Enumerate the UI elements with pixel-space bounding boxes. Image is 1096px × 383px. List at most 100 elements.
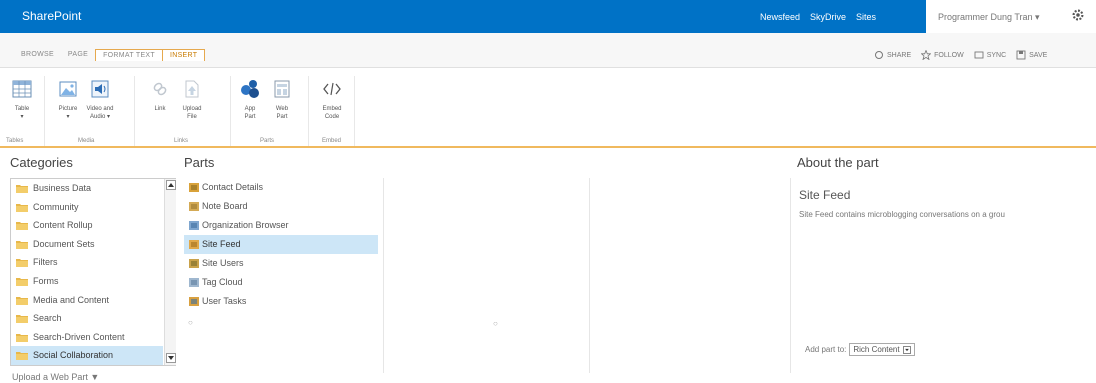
about-part-description: Site Feed contains microblogging convers… — [799, 210, 1005, 219]
scroll-up-button[interactable] — [166, 180, 176, 190]
part-item[interactable]: Organization Browser — [184, 216, 383, 235]
sync-button[interactable]: SYNC — [974, 50, 1006, 60]
part-item[interactable]: Site Users — [184, 254, 383, 273]
categories-header: Categories — [10, 155, 73, 170]
web-part-icon — [274, 80, 290, 98]
picture-button-label: Picture — [58, 106, 78, 112]
save-icon — [1016, 50, 1026, 60]
group-media: Picture ▾ Video and Audio ▾ Media — [48, 68, 130, 148]
tag-icon — [189, 278, 199, 287]
video-audio-button[interactable]: Video and Audio ▾ — [86, 78, 114, 121]
scroll-up-icon — [168, 183, 174, 187]
user-menu-area: Programmer Dung Tran ▾ — [926, 0, 1096, 33]
about-panel: Site Feed Site Feed contains microbloggi… — [790, 178, 1096, 373]
upload-file-sub: File — [187, 114, 197, 120]
folder-icon — [16, 352, 28, 361]
tasks-icon — [189, 297, 199, 306]
user-menu[interactable]: Programmer Dung Tran ▾ — [938, 12, 1040, 23]
follow-button[interactable]: FOLLOW — [921, 50, 964, 60]
chevron-down-icon — [902, 345, 911, 354]
group-separator — [230, 76, 231, 146]
add-part-label: Add part to: — [805, 345, 847, 354]
suite-bar: SharePoint Newsfeed SkyDrive Sites Progr… — [0, 0, 1096, 33]
category-item[interactable]: Content Rollup — [11, 216, 163, 235]
ribbon-tabs: BROWSE PAGE FORMAT TEXT INSERT — [14, 49, 206, 61]
category-label: Community — [33, 201, 79, 212]
group-separator — [354, 76, 355, 146]
category-item[interactable]: Search-Driven Content — [11, 328, 163, 347]
category-item[interactable]: Forms — [11, 272, 163, 291]
part-label: User Tasks — [202, 296, 247, 306]
web-part-button[interactable]: Web Part — [268, 78, 296, 121]
picture-button[interactable]: Picture ▾ — [54, 78, 82, 121]
brand-logo[interactable]: SharePoint — [22, 9, 81, 23]
parts-column-marker: ○ — [493, 319, 498, 328]
scroll-down-button[interactable] — [166, 353, 176, 363]
upload-file-icon — [185, 80, 199, 98]
category-item[interactable]: Filters — [11, 253, 163, 272]
part-item[interactable]: Contact Details — [184, 178, 383, 197]
share-icon — [875, 51, 883, 59]
link-newsfeed[interactable]: Newsfeed — [760, 12, 800, 22]
note-icon — [189, 202, 199, 211]
link-button[interactable]: Link — [146, 78, 174, 113]
save-label: SAVE — [1029, 51, 1048, 59]
picture-icon — [59, 81, 77, 97]
tab-browse[interactable]: BROWSE — [14, 49, 61, 61]
link-sites[interactable]: Sites — [856, 12, 876, 22]
upload-web-part-link[interactable]: Upload a Web Part ▼ — [12, 372, 99, 382]
folder-icon — [16, 277, 28, 286]
tab-insert[interactable]: INSERT — [162, 49, 206, 61]
tab-page[interactable]: PAGE — [61, 49, 95, 61]
embed-code-button[interactable]: Embed Code — [318, 78, 346, 121]
part-item[interactable]: Tag Cloud — [184, 273, 383, 292]
org-icon — [189, 221, 199, 230]
parts-column-marker: ○ — [188, 318, 193, 327]
part-label: Site Users — [202, 258, 244, 268]
share-label: SHARE — [887, 51, 912, 59]
category-item[interactable]: Document Sets — [11, 235, 163, 254]
about-header: About the part — [797, 155, 879, 170]
gear-icon[interactable] — [1071, 8, 1085, 22]
parts-list: Contact Details Note Board Organization Br… — [184, 178, 384, 373]
share-button[interactable]: SHARE — [874, 50, 911, 60]
categories-listbox[interactable]: Business Data Community Content Rollup Docu… — [10, 178, 176, 366]
add-part-select[interactable]: Rich Content — [849, 343, 915, 356]
group-separator — [308, 76, 309, 146]
part-item[interactable]: User Tasks — [184, 292, 383, 311]
category-item[interactable]: Media and Content — [11, 291, 163, 310]
app-part-label: App — [244, 106, 256, 112]
category-item[interactable]: Social Collaboration — [11, 346, 163, 365]
category-item[interactable]: Community — [11, 198, 163, 217]
link-button-label: Link — [154, 106, 166, 112]
part-label: Note Board — [202, 201, 248, 211]
link-skydrive[interactable]: SkyDrive — [810, 12, 846, 22]
video-audio-label: Video and — [86, 106, 114, 112]
upload-file-button[interactable]: Upload File — [178, 78, 206, 121]
category-label: Filters — [33, 257, 58, 268]
category-item[interactable]: Search — [11, 309, 163, 328]
group-embed: Embed Code Embed — [310, 68, 354, 148]
link-icon — [153, 82, 167, 96]
save-button[interactable]: SAVE — [1016, 50, 1047, 60]
follow-label: FOLLOW — [934, 51, 964, 59]
part-label: Site Feed — [202, 239, 241, 249]
group-parts: App Part Web Part Parts — [232, 68, 308, 148]
app-part-button[interactable]: App Part — [236, 78, 264, 121]
sync-icon — [974, 51, 984, 59]
categories-scrollbar[interactable] — [164, 179, 176, 365]
table-button[interactable]: Table ▾ — [8, 78, 36, 121]
folder-icon — [16, 222, 28, 231]
group-label-parts: Parts — [260, 138, 275, 144]
page-actions: SHARE FOLLOW SYNC SAVE — [874, 50, 1047, 60]
part-item[interactable]: Note Board — [184, 197, 383, 216]
category-item[interactable]: Business Data — [11, 179, 163, 198]
add-part-to: Add part to: Rich Content — [805, 343, 915, 356]
video-audio-sub: Audio ▾ — [89, 114, 111, 120]
folder-icon — [16, 296, 28, 305]
group-label-tables: Tables — [6, 138, 24, 144]
about-part-title: Site Feed — [799, 188, 851, 202]
part-item[interactable]: Site Feed — [184, 235, 378, 254]
tab-format-text[interactable]: FORMAT TEXT — [95, 49, 163, 61]
upload-file-label: Upload — [182, 106, 202, 112]
